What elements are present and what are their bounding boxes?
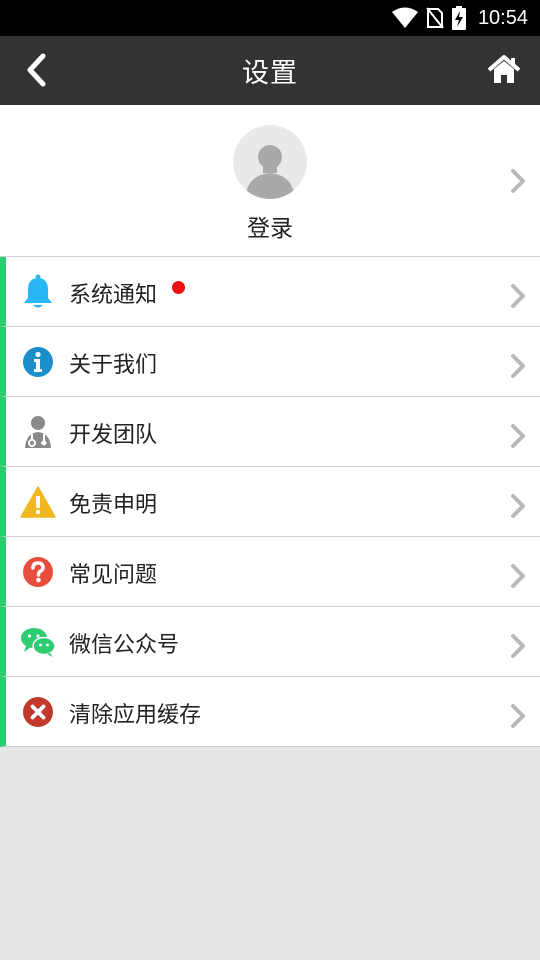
menu-item-wechat-official[interactable]: 微信公众号 bbox=[0, 607, 540, 677]
menu-item-clear-cache[interactable]: 清除应用缓存 bbox=[0, 677, 540, 747]
unread-badge bbox=[172, 281, 185, 294]
back-arrow-icon bbox=[27, 53, 46, 87]
menu-item-label: 关于我们 bbox=[69, 353, 158, 378]
back-button[interactable] bbox=[14, 48, 58, 92]
status-time: 10:54 bbox=[477, 6, 528, 29]
chevron-right-icon bbox=[506, 351, 530, 381]
info-icon bbox=[20, 344, 56, 380]
warning-icon bbox=[20, 484, 56, 520]
question-icon bbox=[20, 554, 56, 590]
chevron-right-icon bbox=[506, 281, 530, 311]
menu-item-disclaimer[interactable]: 免责申明 bbox=[0, 467, 540, 537]
bell-icon bbox=[20, 274, 56, 310]
wifi-icon bbox=[391, 7, 418, 29]
menu-item-label: 清除应用缓存 bbox=[69, 703, 202, 728]
avatar[interactable] bbox=[233, 125, 307, 199]
menu-item-label: 微信公众号 bbox=[69, 633, 180, 658]
chevron-right-icon bbox=[506, 561, 530, 591]
chevron-right-icon bbox=[506, 421, 530, 451]
settings-menu: 系统通知 关于我们 开发团队 免责申明 常见问题 微信公众号 清除应用缓存 bbox=[0, 257, 540, 747]
doctor-icon bbox=[20, 414, 56, 450]
home-button[interactable] bbox=[482, 48, 526, 92]
chevron-right-icon bbox=[506, 166, 530, 196]
chevron-right-icon bbox=[506, 631, 530, 661]
no-sim-icon bbox=[426, 7, 444, 29]
login-label[interactable]: 登录 bbox=[0, 209, 540, 243]
app-bar: 设置 bbox=[0, 36, 540, 105]
user-avatar-icon bbox=[245, 145, 295, 199]
menu-item-faq[interactable]: 常见问题 bbox=[0, 537, 540, 607]
page-title: 设置 bbox=[242, 58, 298, 89]
chevron-right-icon bbox=[506, 701, 530, 731]
clear-cache-icon bbox=[20, 694, 56, 730]
menu-item-dev-team[interactable]: 开发团队 bbox=[0, 397, 540, 467]
chevron-right-icon bbox=[506, 491, 530, 521]
status-bar: 10:54 bbox=[0, 0, 540, 36]
menu-item-about-us[interactable]: 关于我们 bbox=[0, 327, 540, 397]
menu-item-label: 免责申明 bbox=[69, 493, 158, 518]
menu-item-system-notification[interactable]: 系统通知 bbox=[0, 257, 540, 327]
profile-row[interactable]: 登录 bbox=[0, 105, 540, 257]
wechat-icon bbox=[20, 624, 56, 660]
menu-item-label: 开发团队 bbox=[69, 423, 158, 448]
home-icon bbox=[487, 55, 521, 83]
menu-item-label: 常见问题 bbox=[69, 563, 158, 588]
menu-item-label: 系统通知 bbox=[69, 283, 158, 308]
battery-charging-icon bbox=[451, 6, 466, 30]
